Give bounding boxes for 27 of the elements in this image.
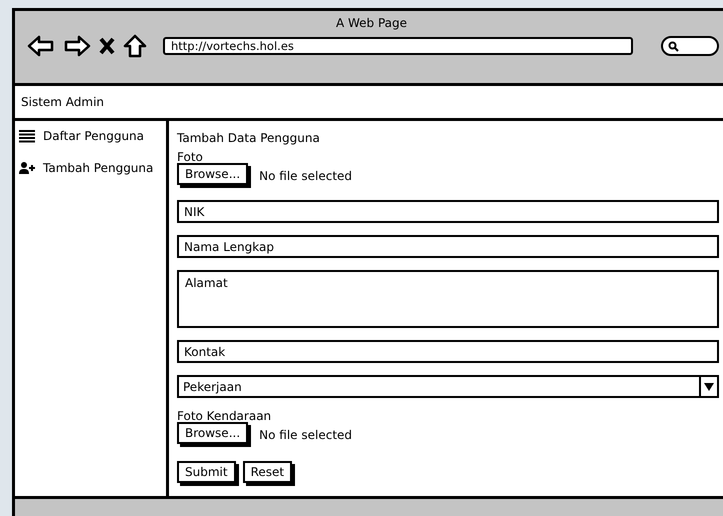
add-user-icon bbox=[19, 162, 35, 174]
browse-button[interactable]: Browse... bbox=[177, 163, 248, 185]
file-status: No file selected bbox=[259, 428, 352, 442]
field-label: Foto bbox=[177, 151, 204, 163]
forward-icon[interactable] bbox=[63, 34, 91, 58]
sidebar-item[interactable]: Daftar Pengguna bbox=[19, 129, 166, 143]
header-title: Sistem Admin bbox=[21, 95, 104, 109]
address-bar[interactable]: http://vortechs.hol.es bbox=[163, 37, 633, 55]
form-title: Tambah Data Pengguna bbox=[177, 131, 321, 145]
text-area[interactable]: Alamat bbox=[177, 270, 719, 328]
list-icon bbox=[19, 130, 35, 142]
back-icon[interactable] bbox=[27, 34, 55, 58]
input-field[interactable]: NIK bbox=[177, 200, 719, 223]
search-icon bbox=[668, 40, 679, 52]
sidebar-item[interactable]: Tambah Pengguna bbox=[19, 161, 166, 175]
browse-button[interactable]: Browse... bbox=[177, 422, 248, 444]
input-field[interactable]: Kontak bbox=[177, 340, 719, 363]
reset-button[interactable]: Reset bbox=[242, 461, 292, 483]
caret-icon bbox=[704, 382, 714, 390]
input-field[interactable]: Nama Lengkap bbox=[177, 235, 719, 258]
file-status: No file selected bbox=[259, 168, 352, 182]
dropdown[interactable]: Pekerjaan bbox=[177, 375, 719, 398]
close-icon[interactable] bbox=[99, 36, 115, 56]
field-label: Foto Kendaraan bbox=[177, 410, 272, 422]
search-field[interactable] bbox=[661, 36, 719, 56]
window-title: A Web Page bbox=[334, 15, 408, 30]
submit-button[interactable]: Submit bbox=[177, 461, 236, 483]
